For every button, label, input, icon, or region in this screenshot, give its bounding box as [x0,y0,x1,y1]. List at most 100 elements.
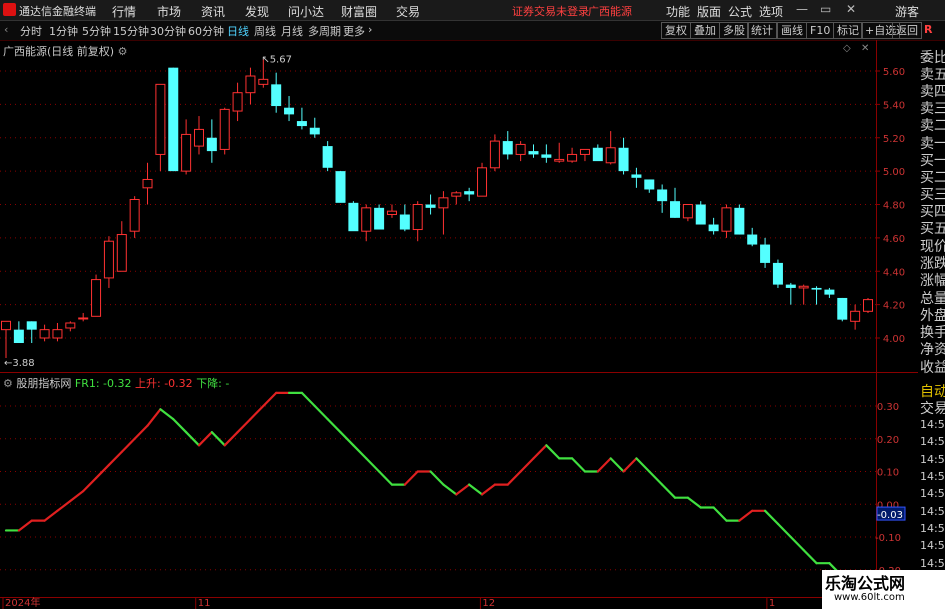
candle-body [412,204,423,231]
app-title: 通达信金融终端 [19,5,96,18]
stock-link[interactable]: 广西能源 [588,3,632,19]
candle [798,284,809,305]
candle-body [824,289,835,295]
back-button[interactable]: 返回 [892,22,922,39]
indicator-tick-label: -0.10 [875,533,901,544]
candle [91,274,102,317]
time-label: 11 [198,598,211,609]
candle-body [193,128,204,147]
period-daily[interactable]: 日线 [227,23,249,39]
indicator-segment [712,506,728,522]
period-more[interactable]: 更多 [343,23,365,39]
candle-body [592,147,603,162]
candle-body [438,197,449,209]
period-multi[interactable]: 多周期 [308,23,341,39]
candle-body [811,287,822,290]
f10-button[interactable]: F10 [806,22,835,39]
indicator-segment [802,549,818,565]
indicator-segment [776,522,792,539]
close-icon[interactable]: ✕ [861,43,869,54]
multi-stock-button[interactable]: 多股 [719,22,749,39]
candle [322,141,333,172]
period-weekly[interactable]: 周线 [254,23,276,39]
chevron-right-icon[interactable]: › [368,23,372,36]
settings-icon[interactable]: ⚙ [3,377,13,390]
menu-layout[interactable]: 版面 [697,3,721,20]
candle [386,204,397,218]
candle-body [116,234,127,272]
candle-body [837,297,848,320]
candle [644,179,655,193]
price-tick-label: 4.40 [883,267,905,278]
period-timeshare[interactable]: 分时 [20,23,42,39]
indicator-segment [300,391,316,408]
menu-wealth[interactable]: 财富圈 [341,3,377,20]
indicator-segment [596,457,612,473]
side-label: 净资 [920,342,945,358]
candle-body [670,201,681,218]
price-tick-label: 4.00 [883,334,905,345]
menu-function[interactable]: 功能 [666,3,690,20]
minimize-icon[interactable]: — [796,2,808,16]
mark-button[interactable]: 标记 [833,22,863,39]
kline-chart[interactable]: 4.004.204.404.604.805.005.205.405.60-0.2… [0,40,918,609]
period-5min[interactable]: 5分钟 [82,23,111,39]
left-arrow-icon[interactable]: ‹ [4,23,8,36]
candle [13,321,24,344]
menu-news[interactable]: 资讯 [201,3,225,20]
period-monthly[interactable]: 月线 [281,23,303,39]
menu-discover[interactable]: 发现 [245,3,269,20]
menu-trade[interactable]: 交易 [396,3,420,20]
side-label: 涨幅 [920,273,945,289]
menu-ask[interactable]: 问小达 [288,3,324,20]
price-tick-label: 4.20 [883,301,905,312]
indicator-segment [326,418,342,434]
login-status[interactable]: 证券交易未登录 [512,3,589,19]
candle [335,171,346,203]
candle-body [206,137,217,152]
indicator-segment [763,509,780,525]
statistics-button[interactable]: 统计 [747,22,777,39]
menu-market[interactable]: 市场 [157,3,181,20]
settings-icon[interactable]: ⚙ [118,45,128,58]
candle-body [850,310,861,322]
draw-line-button[interactable]: 画线 [777,22,807,39]
guest-label[interactable]: 游客 [895,3,919,20]
candle [245,67,256,105]
diamond-icon[interactable]: ◇ [843,43,851,54]
candle-body [747,234,758,245]
restore-icon[interactable]: ▭ [820,2,831,16]
indicator-tick-label: 0.30 [877,402,899,413]
indicator-segment [455,483,471,496]
period-15min[interactable]: 15分钟 [113,23,149,39]
overlay-button[interactable]: 叠加 [690,22,720,39]
candle-body [65,322,76,329]
period-1min[interactable]: 1分钟 [49,23,78,39]
side-label: 14:56 [920,522,945,535]
candle-body [386,210,397,216]
candle [168,67,179,172]
indicator-segment [313,404,329,421]
candle-body [1,320,11,331]
indicator-tick-label: 0.10 [877,468,899,479]
period-60min[interactable]: 60分钟 [188,23,224,39]
side-label: 14:56 [920,470,945,483]
close-icon[interactable]: ✕ [846,2,856,16]
menu-options[interactable]: 选项 [759,3,783,20]
candle-body [863,299,873,312]
candle-body [605,147,616,164]
side-label: 收益 [920,360,945,376]
candle-body [142,178,153,189]
price-tick-label: 4.60 [883,234,905,245]
indicator-segment [429,470,445,486]
menu-quotes[interactable]: 行情 [112,3,136,20]
candle-body [39,329,50,339]
menu-formula[interactable]: 公式 [728,3,752,20]
candle [206,119,217,163]
candle-body [515,143,526,155]
candle [26,321,37,344]
indicator-segment [339,431,355,447]
period-toolbar: ‹ 分时 1分钟 5分钟 15分钟 30分钟 60分钟 日线 周线 月线 多周期… [0,21,945,41]
adjust-button[interactable]: 复权 [661,22,691,39]
period-30min[interactable]: 30分钟 [150,23,186,39]
